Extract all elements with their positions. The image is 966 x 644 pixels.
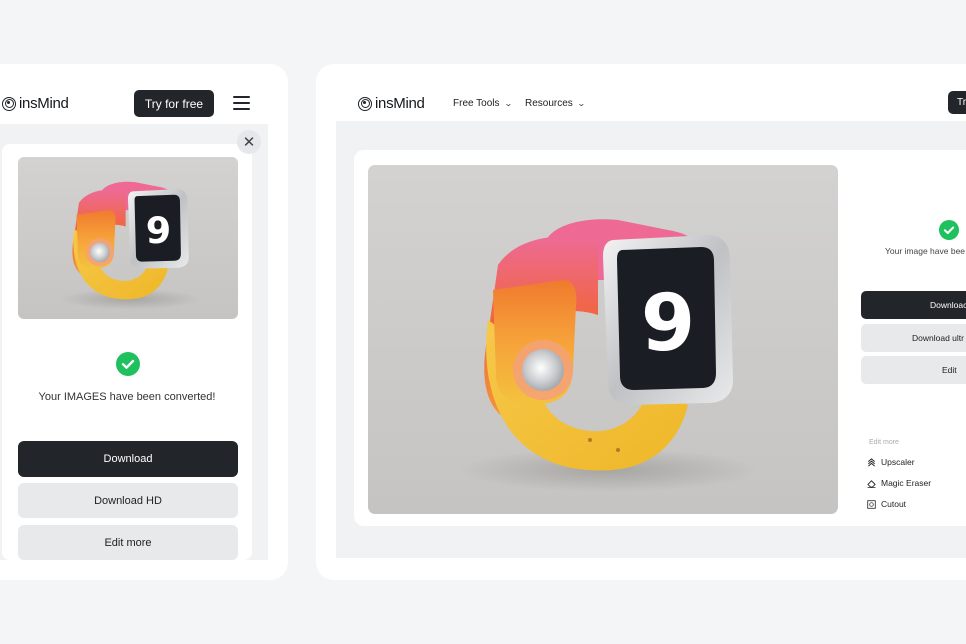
download-button[interactable]: Download xyxy=(18,441,238,477)
conversion-message: Your IMAGES have been converted! xyxy=(38,391,216,403)
logo-text: insMind xyxy=(19,95,69,112)
mobile-header: insMind Try for free xyxy=(0,64,288,124)
edit-more-heading: Edit more xyxy=(869,439,899,446)
nav-free-tools[interactable]: Free Tools ⌄ xyxy=(453,98,513,109)
upscaler-icon xyxy=(867,457,876,467)
download-ultra-button[interactable]: Download ultr xyxy=(861,324,966,352)
download-hd-button[interactable]: Download HD xyxy=(18,483,238,518)
chevron-down-icon: ⌄ xyxy=(503,99,513,108)
conversion-message: Your image have bee xyxy=(885,246,966,256)
close-icon[interactable]: ✕ xyxy=(237,130,261,154)
tool-upscaler[interactable]: Upscaler xyxy=(867,457,915,467)
tool-label: Cutout xyxy=(881,499,907,509)
logo-icon xyxy=(358,96,372,111)
tool-label: Upscaler xyxy=(881,457,915,467)
tool-label: Magic Eraser xyxy=(881,478,932,488)
logo[interactable]: insMind xyxy=(2,95,69,112)
cutout-icon xyxy=(867,499,876,509)
check-circle-icon xyxy=(939,220,959,240)
result-image: 9 xyxy=(18,157,238,319)
nav-label: Free Tools xyxy=(453,98,500,109)
mobile-preview-card: insMind Try for free ✕ 9 Your IMAGES hav… xyxy=(0,64,288,580)
edit-button[interactable]: Edit xyxy=(861,356,966,384)
hamburger-icon[interactable] xyxy=(233,96,250,110)
download-button[interactable]: Downloac xyxy=(861,291,966,319)
desktop-preview-card: insMind Free Tools ⌄ Resources ⌄ Tr 9 Yo… xyxy=(316,64,966,580)
watch-face-number: 9 xyxy=(146,209,171,252)
logo[interactable]: insMind xyxy=(358,95,425,112)
nav-resources[interactable]: Resources ⌄ xyxy=(525,98,586,109)
eraser-icon xyxy=(867,479,876,488)
nav-label: Resources xyxy=(525,98,573,109)
check-circle-icon xyxy=(116,352,140,376)
try-for-free-button[interactable]: Try for free xyxy=(134,90,214,117)
watch-face-number: 9 xyxy=(641,279,695,369)
tool-magic-eraser[interactable]: Magic Eraser xyxy=(867,478,931,488)
try-for-free-button[interactable]: Tr xyxy=(948,91,966,114)
chevron-down-icon: ⌄ xyxy=(576,99,586,108)
tool-cutout[interactable]: Cutout xyxy=(867,499,906,509)
logo-text: insMind xyxy=(375,95,425,112)
edit-more-button[interactable]: Edit more xyxy=(18,525,238,560)
result-image: 9 xyxy=(368,165,838,514)
logo-icon xyxy=(2,96,16,111)
